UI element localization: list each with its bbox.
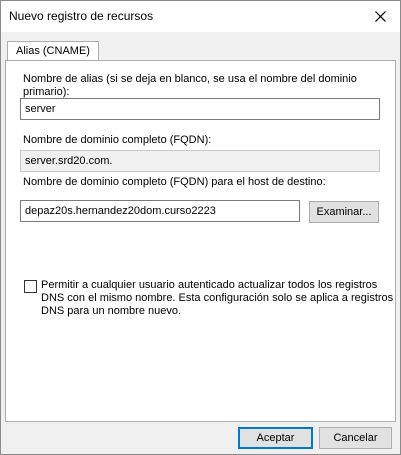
fqdn-label: Nombre de dominio completo (FQDN): (23, 134, 212, 146)
alias-name-input[interactable]: server (20, 98, 380, 120)
tab-alias-cname[interactable]: Alias (CNAME) (7, 41, 99, 62)
tab-bar: Alias (CNAME) (1, 32, 400, 62)
target-host-input[interactable]: depaz20s.hernandez20dom.curso2223 (20, 200, 300, 222)
allow-update-checkbox[interactable] (24, 280, 37, 293)
checkbox-label-line3: DNS para un nombre nuevo. (41, 305, 182, 317)
close-icon (374, 11, 386, 22)
browse-button[interactable]: Examinar... (309, 201, 379, 223)
close-button[interactable] (360, 1, 400, 32)
title-bar[interactable]: Nuevo registro de recursos (1, 1, 400, 32)
checkbox-label-line2: DNS con el mismo nombre. Esta configurac… (41, 292, 394, 304)
tab-panel: Nombre de alias (si se deja en blanco, s… (5, 60, 396, 422)
accept-button[interactable]: Aceptar (238, 427, 313, 449)
checkbox-label-line1: Permitir a cualquier usuario autenticado… (41, 279, 378, 291)
alias-label-line1: Nombre de alias (si se deja en blanco, s… (23, 73, 357, 85)
fqdn-field: server.srd20.com. (20, 150, 380, 172)
cancel-button[interactable]: Cancelar (319, 427, 392, 449)
target-host-label: Nombre de dominio completo (FQDN) para e… (23, 176, 326, 188)
dialog-window: Nuevo registro de recursos Alias (CNAME)… (0, 0, 401, 455)
window-title: Nuevo registro de recursos (9, 9, 154, 23)
